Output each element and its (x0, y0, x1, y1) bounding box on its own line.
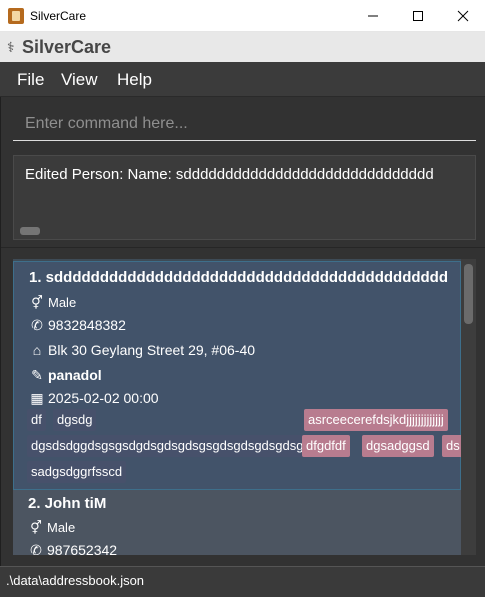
divider (1, 247, 485, 248)
phone-value: 9832848382 (48, 317, 126, 333)
tag: asrceecerefdsjkdjjjjjjjjjjjjj (304, 409, 448, 431)
gender-icon: ⚥ (31, 295, 43, 310)
brand-bar: ⚕ SilverCare (0, 32, 485, 62)
person-phone: ✆ 987652342 (28, 542, 117, 555)
phone-icon: ✆ (31, 317, 43, 333)
tag: ds (442, 435, 461, 457)
phone-value: 987652342 (47, 542, 118, 555)
window-titlebar: SilverCare (0, 0, 485, 32)
gender-icon: ⚥ (30, 520, 42, 535)
person-list: 1. sdddddddddddddddddddddddddddddddddddd… (13, 259, 461, 555)
close-icon (457, 10, 469, 22)
brand-title: SilverCare (22, 37, 112, 57)
person-phone: ✆ 9832848382 (29, 317, 126, 334)
person-name: 2. John tiM (28, 495, 107, 512)
calendar-icon: ▦ (30, 390, 44, 406)
menu-bar: File View Help (0, 62, 485, 97)
medicine-value: panadol (48, 367, 102, 383)
window-title: SilverCare (30, 9, 87, 23)
pill-icon: ✎ (31, 367, 43, 383)
result-hscrollbar[interactable] (20, 227, 40, 235)
address-value: Blk 30 Geylang Street 29, #06-40 (48, 342, 256, 358)
minimize-button[interactable] (350, 0, 396, 32)
main-panel: Edited Person: Name: sdddddddddddddddddd… (0, 97, 485, 566)
command-input[interactable] (13, 107, 476, 140)
tag: dgsdsdggdsgsgsdgdsgdsgdsgsgdsgdsgdsgdsg (27, 435, 308, 457)
person-appointment: ▦ 2025-02-02 00:00 (29, 390, 159, 407)
person-card[interactable]: 2. John tiM ⚥ Male ✆ 987652342 (13, 490, 461, 555)
tag: dgsdg (53, 409, 97, 431)
gender-value: Male (47, 520, 76, 535)
command-box (13, 107, 476, 141)
list-scrollbar-thumb[interactable] (464, 264, 473, 324)
caduceus-icon: ⚕ (7, 39, 15, 55)
result-display: Edited Person: Name: sdddddddddddddddddd… (13, 155, 476, 240)
tag: dgsadggsd (362, 435, 434, 457)
person-gender: ⚥ Male (28, 520, 75, 536)
result-text: Edited Person: Name: sdddddddddddddddddd… (25, 166, 434, 183)
tag: dfgdfdf (302, 435, 350, 457)
home-icon: ⌂ (32, 342, 42, 358)
person-address: ⌂ Blk 30 Geylang Street 29, #06-40 (29, 342, 255, 358)
phone-icon: ✆ (30, 542, 42, 555)
person-card[interactable]: 1. sdddddddddddddddddddddddddddddddddddd… (13, 261, 461, 490)
menu-file[interactable]: File (17, 70, 44, 90)
person-medicine: ✎ panadol (29, 367, 102, 384)
app-icon (8, 8, 24, 24)
person-gender: ⚥ Male (29, 295, 76, 311)
gender-value: Male (48, 295, 77, 310)
menu-help[interactable]: Help (117, 70, 152, 90)
menu-view[interactable]: View (61, 70, 98, 90)
minimize-icon (368, 15, 378, 17)
status-file-path: .\data\addressbook.json (6, 573, 145, 588)
status-bar: .\data\addressbook.json (0, 566, 485, 597)
maximize-icon (413, 11, 423, 21)
person-name: 1. sdddddddddddddddddddddddddddddddddddd… (29, 269, 449, 286)
tag: df (27, 409, 46, 431)
tag: sadgsdggrfsscd (27, 461, 127, 483)
maximize-button[interactable] (395, 0, 441, 32)
appointment-value: 2025-02-02 00:00 (48, 390, 159, 406)
close-button[interactable] (440, 0, 485, 32)
